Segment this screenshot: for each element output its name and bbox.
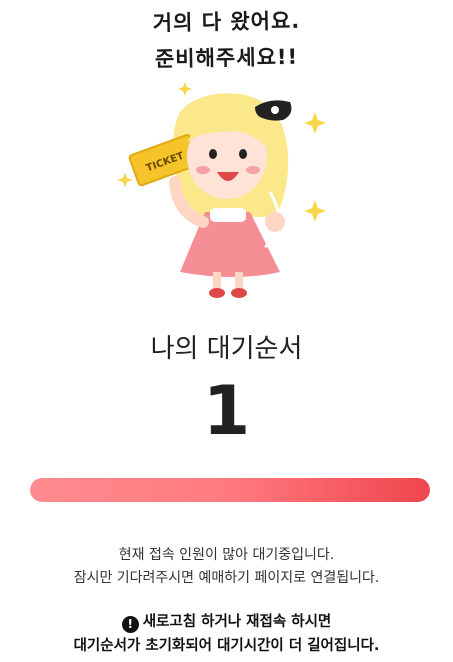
hero-headline-line2: 준비해주세요!! [154,44,299,72]
queue-progress-fill [30,478,430,502]
queue-progress-bar [30,478,430,502]
hero-illustration: 거의 다 왔어요. 준비해주세요!! TICKET [0,0,453,310]
refresh-warning-line2: 대기순서가 초기화되어 대기시간이 더 길어집니다. [73,638,380,654]
exclamation-icon: ! [121,616,139,633]
refresh-warning-line1: 새로고침 하거나 재접속 하시면 [142,614,332,630]
character-illustration: TICKET [117,82,326,298]
refresh-warning: ! 새로고침 하거나 재접속 하시면 대기순서가 초기화되어 대기시간이 더 길어… [0,610,453,658]
waiting-notice-line1: 현재 접속 인원이 많아 대기중입니다. [118,547,335,563]
queue-number: 1 [202,372,251,451]
waiting-notice: 현재 접속 인원이 많아 대기중입니다. 잠시만 기다려주시면 예매하기 페이지… [0,544,453,590]
waiting-notice-line2: 잠시만 기다려주시면 예매하기 페이지로 연결됩니다. [73,570,380,586]
queue-title: 나의 대기순서 [150,334,303,364]
hero-headline-line1: 거의 다 왔어요. [152,8,301,36]
